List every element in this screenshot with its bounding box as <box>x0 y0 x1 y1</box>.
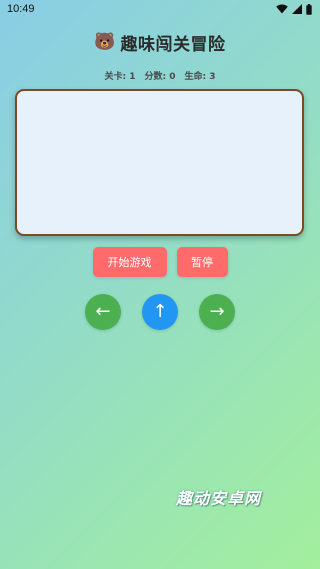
score-stat: 分数: 0 <box>144 69 175 82</box>
level-label: 关卡: <box>104 72 127 82</box>
level-stat: 关卡: 1 <box>104 69 135 82</box>
battery-icon <box>306 3 312 15</box>
arrow-right-icon: → <box>209 301 225 322</box>
move-left-button[interactable]: ← <box>85 294 121 330</box>
action-buttons: 开始游戏 暂停 <box>0 247 320 277</box>
status-time: 10:49 <box>7 3 35 15</box>
game-canvas[interactable] <box>15 89 304 236</box>
score-value: 0 <box>169 72 176 82</box>
arrow-left-icon: ← <box>95 301 111 322</box>
signal-icon <box>292 4 302 14</box>
move-right-button[interactable]: → <box>199 294 235 330</box>
wifi-icon <box>276 4 288 14</box>
watermark: 趣动安卓网 <box>176 489 262 508</box>
game-area: 🐻 趣味闯关冒险 关卡: 1 分数: 0 生命: 3 开始游戏 暂停 ← ↑ → <box>0 18 320 338</box>
level-value: 1 <box>129 72 136 82</box>
page-title: 趣味闯关冒险 <box>120 34 226 55</box>
status-icons <box>276 3 312 15</box>
lives-value: 3 <box>209 72 216 82</box>
stats-bar: 关卡: 1 分数: 0 生命: 3 <box>0 69 320 82</box>
status-bar: 10:49 <box>0 0 320 18</box>
score-label: 分数: <box>144 72 167 82</box>
pause-button[interactable]: 暂停 <box>176 247 228 277</box>
start-game-button[interactable]: 开始游戏 <box>92 247 167 277</box>
header: 🐻 趣味闯关冒险 <box>0 30 320 55</box>
bear-icon: 🐻 <box>94 31 116 52</box>
lives-stat: 生命: 3 <box>185 69 216 82</box>
lives-label: 生命: <box>184 72 207 82</box>
movement-controls: ← ↑ → <box>0 294 320 330</box>
jump-button[interactable]: ↑ <box>142 294 178 330</box>
arrow-up-icon: ↑ <box>152 301 168 322</box>
